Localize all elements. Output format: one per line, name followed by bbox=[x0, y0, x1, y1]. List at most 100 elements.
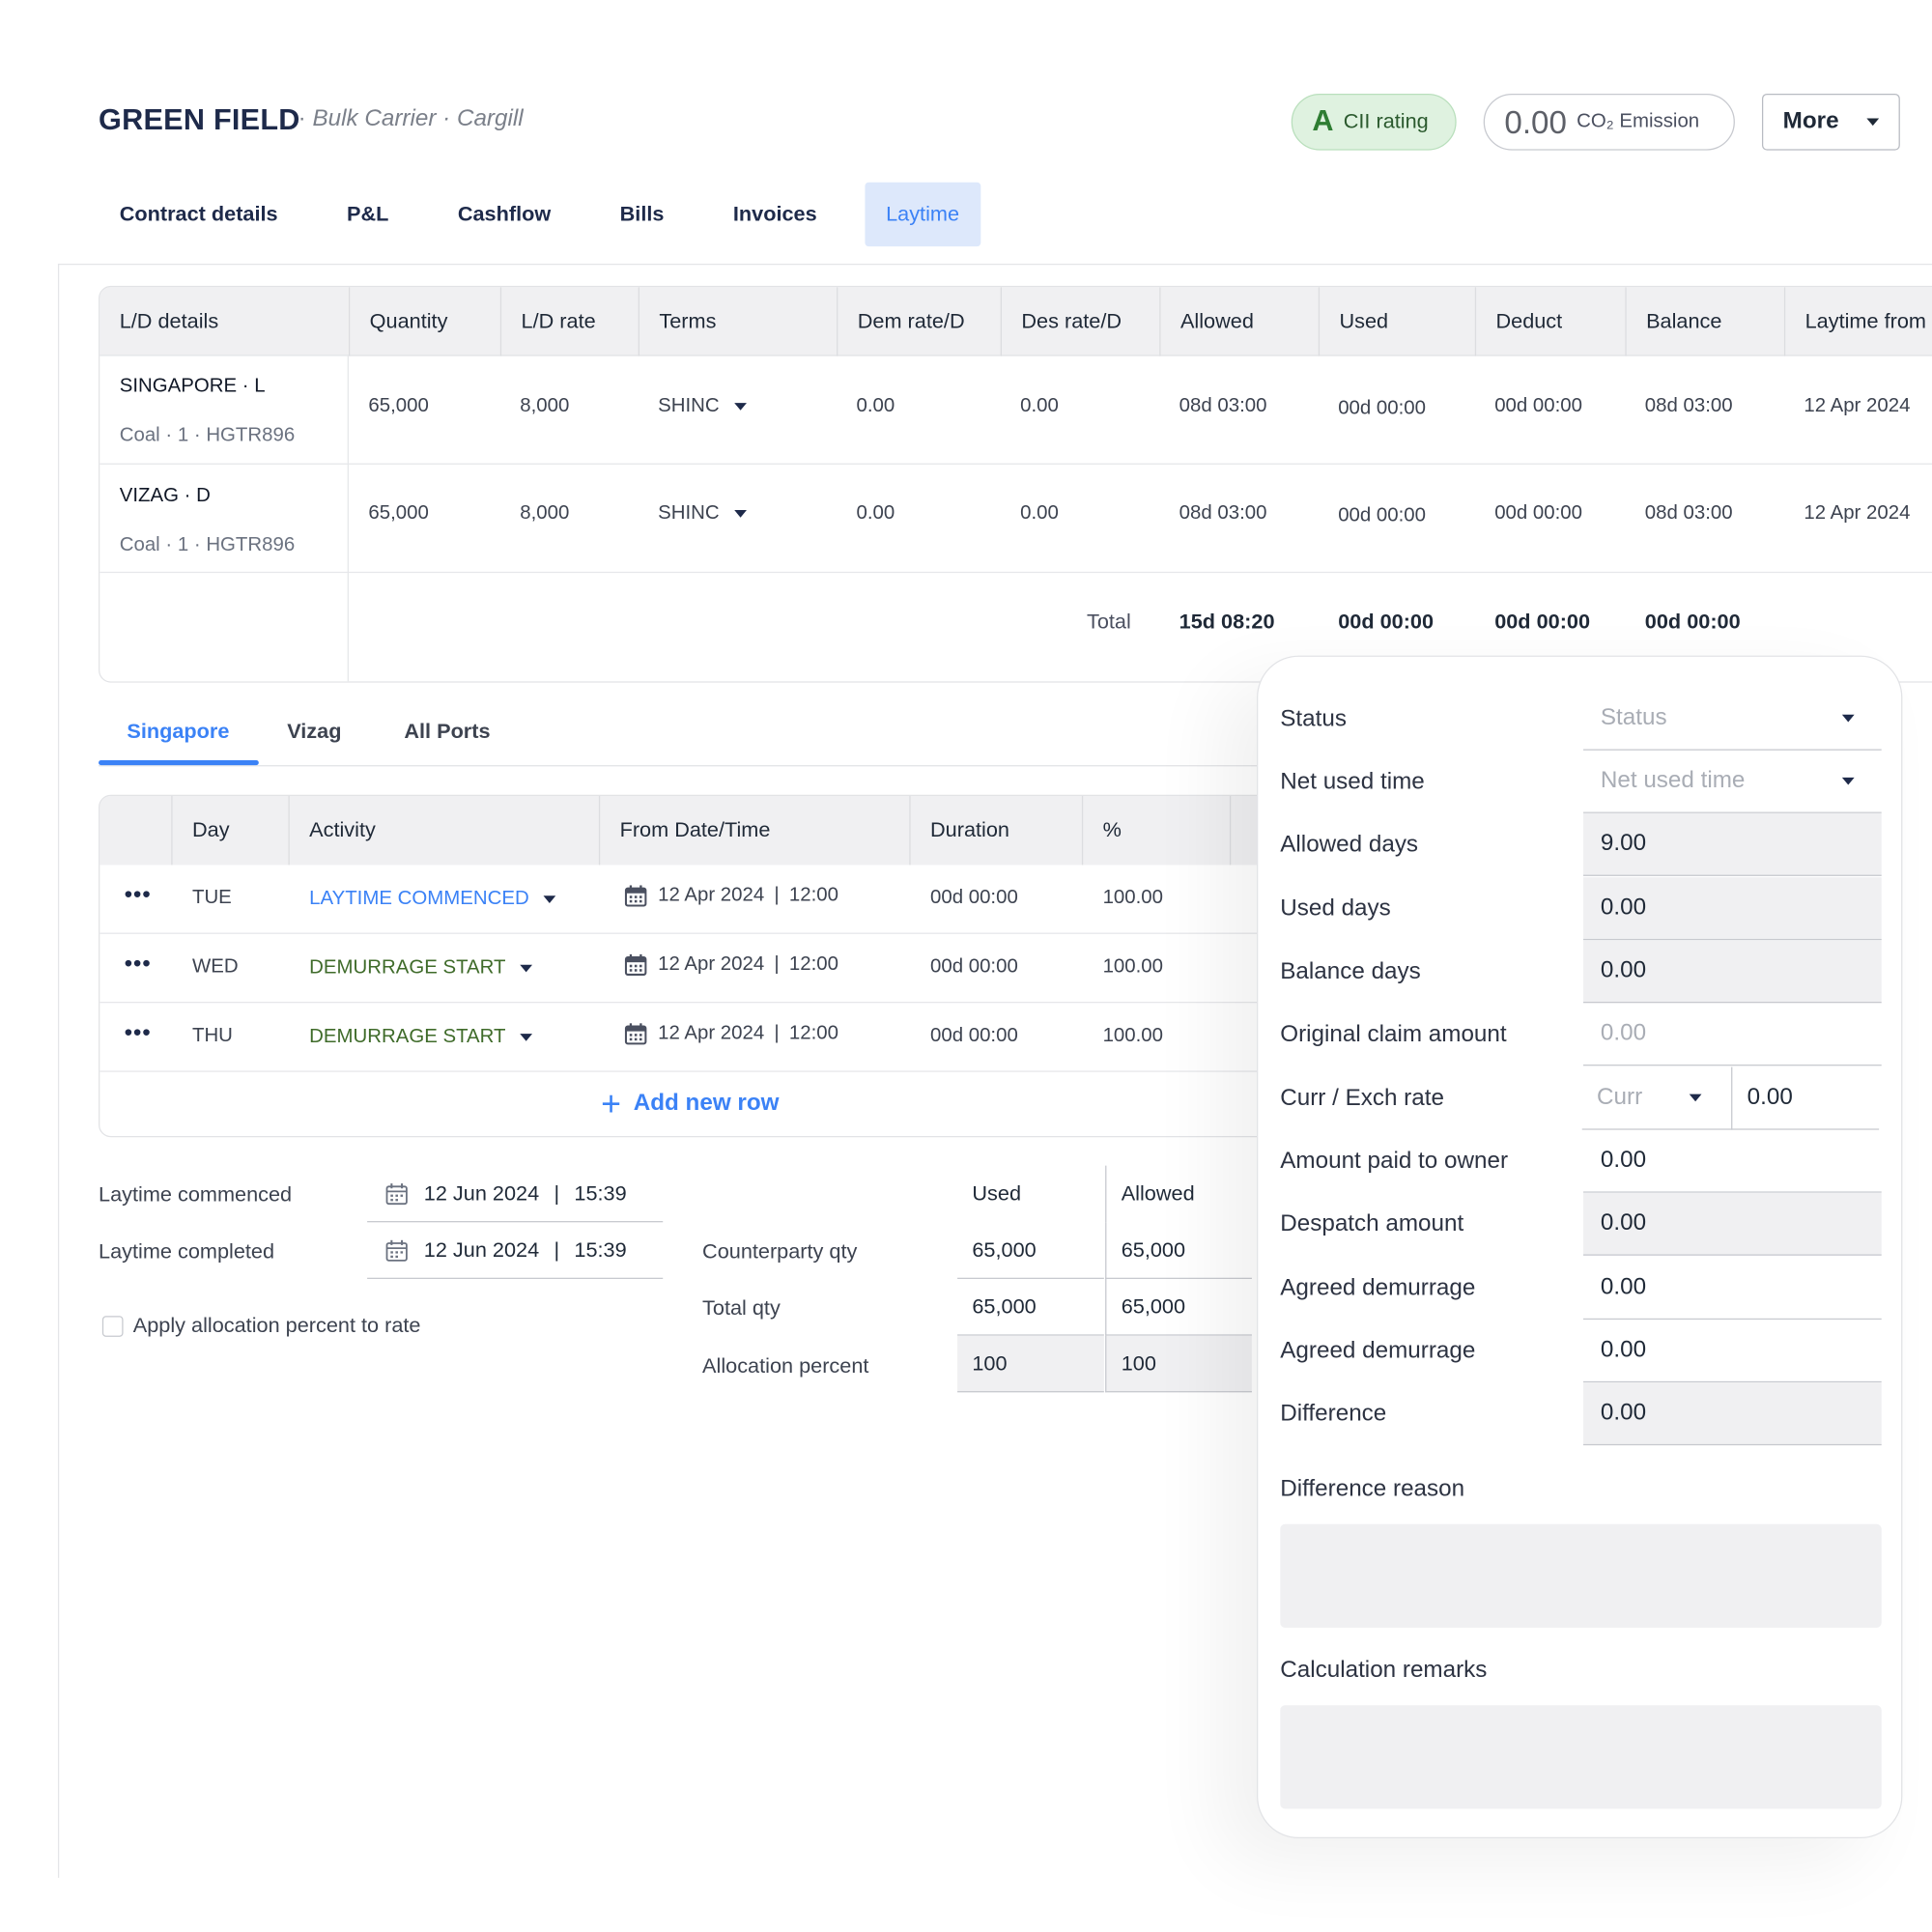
col-used: Used bbox=[1320, 287, 1477, 356]
difference-row: Difference 0.00 bbox=[1280, 1382, 1882, 1446]
original-claim-row: Original claim amount 0.00 bbox=[1280, 1003, 1882, 1066]
curr-exch-row: Curr / Exch rate Curr 0.00 bbox=[1280, 1066, 1881, 1131]
col-dem-rate: Dem rate/D bbox=[838, 287, 1002, 356]
co2-label: CO₂ Emission bbox=[1577, 110, 1700, 132]
from-date: 12 Apr 2024 bbox=[658, 884, 765, 906]
tab-invoices[interactable]: Invoices bbox=[712, 183, 838, 246]
apply-allocation-checkbox[interactable] bbox=[101, 1316, 124, 1337]
chevron-down-icon bbox=[733, 403, 747, 411]
difference-reason-textarea[interactable] bbox=[1280, 1523, 1882, 1628]
total-used-input[interactable]: 65,000 bbox=[957, 1279, 1104, 1336]
calendar-icon bbox=[385, 1182, 408, 1205]
activity-select[interactable]: LAYTIME COMMENCED bbox=[309, 889, 556, 911]
activity-select[interactable]: DEMURRAGE START bbox=[309, 1026, 533, 1048]
percent-value: 100.00 bbox=[1102, 955, 1164, 978]
total-allowed: 15d 08:20 bbox=[1179, 610, 1275, 634]
ld-details-table: L/D details Quantity L/D rate Terms Dem … bbox=[99, 285, 1932, 683]
allowed-days-row: Allowed days 9.00 bbox=[1280, 812, 1882, 877]
from-time: 12:00 bbox=[788, 1022, 838, 1044]
tab-bills[interactable]: Bills bbox=[599, 183, 685, 246]
total-allowed-input[interactable]: 65,000 bbox=[1105, 1278, 1252, 1336]
counterparty-allowed-input[interactable]: 65,000 bbox=[1105, 1222, 1252, 1279]
from-time: 12:00 bbox=[788, 953, 838, 975]
difference-field: 0.00 bbox=[1583, 1382, 1882, 1446]
status-placeholder: Status bbox=[1600, 704, 1667, 731]
original-claim-input[interactable]: 0.00 bbox=[1583, 1003, 1882, 1066]
tab-laytime[interactable]: Laytime bbox=[865, 182, 980, 247]
datetime-divider: | bbox=[554, 1237, 560, 1262]
add-new-row-button[interactable]: + Add new row bbox=[99, 1069, 1280, 1136]
more-button[interactable]: More bbox=[1761, 93, 1900, 151]
exch-rate-input[interactable]: 0.00 bbox=[1731, 1066, 1880, 1130]
table-row[interactable]: ••• WED DEMURRAGE START 12 Apr 2024 | 12:0… bbox=[99, 934, 1281, 1004]
activity-value: LAYTIME COMMENCED bbox=[309, 888, 529, 910]
table-row[interactable]: ••• TUE LAYTIME COMMENCED 12 Apr 2024 | 12… bbox=[99, 865, 1281, 934]
agreed-demurrage-input[interactable]: 0.00 bbox=[1583, 1257, 1882, 1321]
co2-emission-badge[interactable]: 0.00 CO₂ Emission bbox=[1483, 93, 1735, 151]
from-datetime-field[interactable]: 12 Apr 2024 | 12:00 bbox=[623, 884, 838, 909]
activity-select[interactable]: DEMURRAGE START bbox=[309, 957, 533, 980]
counterparty-qty-label: Counterparty qty bbox=[702, 1239, 858, 1264]
ld-rate-value: 8,000 bbox=[520, 502, 570, 525]
datetime-divider: | bbox=[554, 1180, 560, 1205]
status-select[interactable]: Status bbox=[1583, 688, 1882, 751]
deduct-value: 00d 00:00 bbox=[1494, 502, 1582, 525]
col-ld-rate: L/D rate bbox=[501, 287, 639, 356]
currency-select[interactable]: Curr bbox=[1581, 1067, 1732, 1130]
status-label: Status bbox=[1280, 705, 1347, 732]
from-datetime-field[interactable]: 12 Apr 2024 | 12:00 bbox=[623, 1021, 838, 1046]
title-separator: · bbox=[298, 105, 306, 132]
tab-pnl[interactable]: P&L bbox=[326, 183, 410, 246]
total-label: Total bbox=[1086, 610, 1131, 634]
laytime-completed-field[interactable]: 12 Jun 2024 | 15:39 bbox=[367, 1222, 664, 1279]
laytime-commenced-field[interactable]: 12 Jun 2024 | 15:39 bbox=[367, 1166, 664, 1223]
apply-allocation-label: Apply allocation percent to rate bbox=[132, 1313, 421, 1337]
col-laytime-from: Laytime from bbox=[1804, 309, 1926, 333]
net-used-select[interactable]: Net used time bbox=[1583, 751, 1882, 813]
calc-remarks-textarea[interactable] bbox=[1280, 1705, 1882, 1809]
chevron-down-icon bbox=[1866, 118, 1880, 127]
vessel-name: GREEN FIELD bbox=[99, 103, 300, 137]
row-menu-icon[interactable]: ••• bbox=[125, 952, 152, 978]
from-datetime-field[interactable]: 12 Apr 2024 | 12:00 bbox=[623, 952, 838, 978]
percent-value: 100.00 bbox=[1102, 887, 1164, 909]
percent-value: 100.00 bbox=[1102, 1025, 1164, 1046]
counterparty-used-input[interactable]: 65,000 bbox=[957, 1222, 1104, 1279]
tab-cashflow[interactable]: Cashflow bbox=[437, 183, 572, 246]
row-menu-icon[interactable]: ••• bbox=[125, 1020, 152, 1046]
agreed-demurrage-input-2[interactable]: 0.00 bbox=[1583, 1320, 1882, 1383]
terms-select[interactable]: SHINC bbox=[658, 502, 747, 525]
day-value: WED bbox=[191, 955, 239, 978]
col-allowed: Allowed bbox=[1161, 287, 1321, 356]
col-activity: Activity bbox=[290, 795, 601, 866]
balance-days-label: Balance days bbox=[1280, 958, 1421, 985]
tab-contract-details[interactable]: Contract details bbox=[99, 183, 298, 246]
used-value: 00d 00:00 bbox=[1338, 397, 1427, 419]
datetime-divider: | bbox=[774, 884, 780, 906]
allocation-percent-label: Allocation percent bbox=[702, 1353, 869, 1378]
des-rate-value: 0.00 bbox=[1020, 502, 1059, 525]
chevron-down-icon bbox=[520, 1034, 533, 1041]
dem-rate-value: 0.00 bbox=[856, 502, 895, 525]
tab-vizag[interactable]: Vizag bbox=[287, 697, 341, 766]
tab-all-ports[interactable]: All Ports bbox=[404, 697, 490, 766]
co2-value: 0.00 bbox=[1504, 102, 1567, 140]
chevron-down-icon bbox=[520, 964, 533, 973]
cii-rating-badge[interactable]: A CII rating bbox=[1291, 93, 1457, 151]
calc-remarks-label: Calculation remarks bbox=[1280, 1657, 1488, 1684]
difference-reason-row: Difference reason bbox=[1280, 1458, 1881, 1521]
used-days-field: 0.00 bbox=[1583, 877, 1882, 941]
table-row[interactable]: SINGAPORE · L Coal · 1 · HGTR896 65,000 … bbox=[99, 356, 1932, 465]
col-deduct: Deduct bbox=[1476, 287, 1627, 356]
row-menu-icon[interactable]: ••• bbox=[125, 882, 152, 908]
amount-paid-row: Amount paid to owner 0.00 bbox=[1280, 1130, 1882, 1194]
table-row[interactable]: VIZAG · D Coal · 1 · HGTR896 65,000 8,00… bbox=[99, 465, 1932, 574]
add-new-row-label: Add new row bbox=[633, 1090, 780, 1117]
table-row[interactable]: ••• THU DEMURRAGE START 12 Apr 2024 | 12:0… bbox=[99, 1003, 1281, 1072]
tab-singapore[interactable]: Singapore bbox=[127, 697, 229, 766]
used-days-label: Used days bbox=[1280, 895, 1391, 923]
terms-value: SHINC bbox=[658, 395, 720, 417]
amount-paid-input[interactable]: 0.00 bbox=[1583, 1130, 1882, 1193]
terms-select[interactable]: SHINC bbox=[658, 395, 747, 417]
status-row: Status Status bbox=[1280, 688, 1882, 752]
